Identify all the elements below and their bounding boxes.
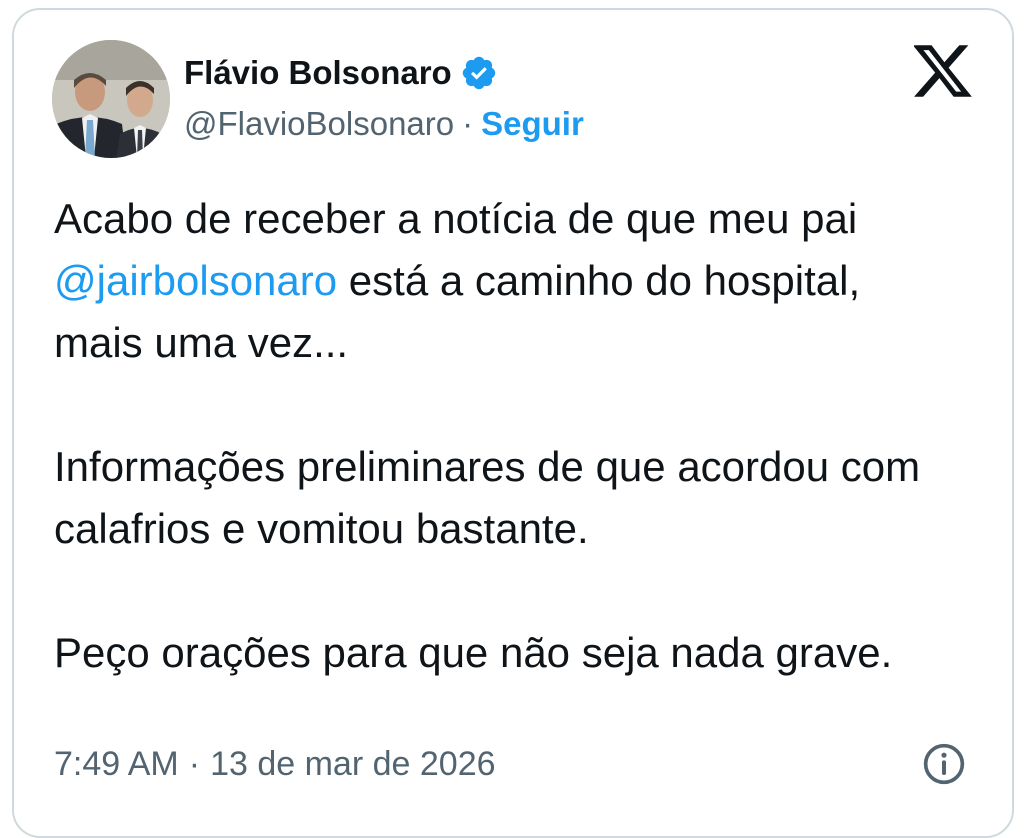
tweet-line-2-rest: está a caminho do hospital, <box>337 257 861 304</box>
separator-dot: · <box>462 105 474 142</box>
tweet-time[interactable]: 7:49 AM <box>54 745 179 784</box>
follow-button[interactable]: Seguir <box>481 105 584 143</box>
author-handle-row: @FlavioBolsonaro · Seguir <box>184 102 584 146</box>
tweet-date[interactable]: 13 de mar de 2026 <box>210 745 495 784</box>
tweet-meta: 7:49 AM · 13 de mar de 2026 <box>54 740 496 788</box>
info-icon[interactable] <box>922 742 966 786</box>
verified-badge-icon <box>462 56 495 90</box>
author-handle[interactable]: @FlavioBolsonaro <box>184 105 454 143</box>
tweet-text: Acabo de receber a notícia de que meu pa… <box>54 188 984 684</box>
tweet-paragraph-2: Informações preliminares de que acordou … <box>54 443 921 552</box>
tweet-paragraph-1: Acabo de receber a notícia de que meu pa… <box>54 188 984 374</box>
mention-link[interactable]: @jairbolsonaro <box>54 257 337 304</box>
avatar[interactable] <box>52 40 170 158</box>
tweet-line-3: mais uma vez... <box>54 319 349 366</box>
meta-separator-dot: · <box>188 744 201 783</box>
author-name[interactable]: Flávio Bolsonaro <box>184 54 452 92</box>
avatar-photo <box>52 40 170 158</box>
author-name-row: Flávio Bolsonaro <box>184 50 498 96</box>
x-logo-icon[interactable] <box>914 44 974 98</box>
tweet-paragraph-3: Peço orações para que não seja nada grav… <box>54 629 893 676</box>
tweet-line-1: Acabo de receber a notícia de que meu pa… <box>54 195 858 242</box>
